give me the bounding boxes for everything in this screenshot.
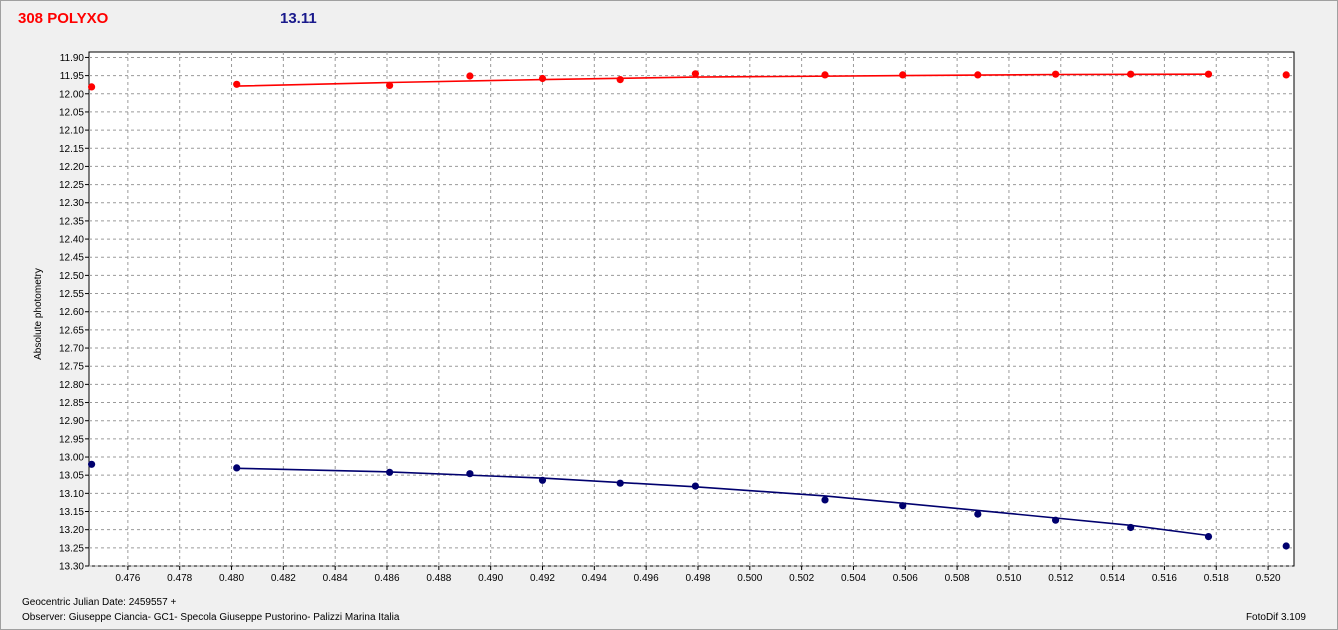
y-tick-label: 12.05 (59, 107, 84, 118)
y-tick-label: 12.80 (59, 380, 84, 391)
observer-value: Giuseppe Ciancia- GC1- Specola Giuseppe … (68, 612, 400, 623)
data-point (466, 470, 474, 478)
x-tick-label: 0.484 (323, 573, 348, 584)
y-tick-label: 12.00 (59, 89, 84, 100)
x-tick-label: 0.512 (1048, 573, 1073, 584)
y-tick-label: 12.90 (59, 416, 84, 427)
x-tick-label: 0.496 (634, 573, 659, 584)
x-tick-label: 0.518 (1204, 573, 1229, 584)
y-tick-label: 12.45 (59, 253, 84, 264)
data-point (821, 496, 829, 504)
y-tick-label: 12.75 (59, 362, 84, 373)
x-tick-label: 0.478 (167, 573, 192, 584)
data-point (1204, 533, 1213, 541)
y-tick-label: 12.85 (59, 398, 84, 409)
x-tick-label: 0.498 (685, 573, 710, 584)
y-tick-label: 13.15 (59, 507, 84, 518)
y-tick-label: 13.10 (59, 489, 84, 500)
data-point (538, 74, 547, 83)
data-point (974, 71, 982, 79)
y-tick-label: 12.65 (59, 325, 84, 336)
data-point (386, 81, 394, 89)
data-point (466, 72, 474, 80)
y-tick-label: 12.35 (59, 216, 84, 227)
data-point (1127, 70, 1135, 78)
data-point (1204, 70, 1213, 78)
julian-date: Geocentric Julian Date: 2459557 + (22, 597, 176, 608)
y-tick-label: 13.00 (59, 453, 84, 464)
x-tick-label: 0.506 (893, 573, 918, 584)
data-point (899, 502, 907, 510)
y-tick-label: 13.30 (59, 562, 84, 573)
data-point (538, 476, 547, 484)
y-tick-label: 12.25 (59, 180, 84, 191)
data-point (616, 479, 624, 487)
x-tick-label: 0.500 (737, 573, 762, 584)
y-tick-label: 12.95 (59, 434, 84, 445)
data-point (88, 83, 96, 91)
software-version: FotoDif 3.109 (1245, 612, 1306, 623)
x-tick-label: 0.492 (530, 573, 555, 584)
data-point (616, 76, 624, 84)
x-tick-label: 0.508 (945, 573, 970, 584)
x-tick-label: 0.476 (115, 573, 140, 584)
data-point (821, 71, 829, 79)
data-point (88, 460, 96, 468)
x-tick-label: 0.502 (789, 573, 814, 584)
x-tick-label: 0.488 (426, 573, 451, 584)
x-tick-label: 0.486 (374, 573, 399, 584)
data-point (233, 464, 241, 472)
data-point (899, 71, 907, 79)
data-point (1127, 523, 1135, 532)
data-point (691, 70, 700, 78)
y-tick-label: 13.25 (59, 543, 84, 554)
y-tick-label: 12.15 (59, 144, 84, 155)
data-point (1282, 542, 1290, 550)
julian-date-label: Geocentric Julian Date: (22, 597, 126, 608)
data-point (1052, 516, 1060, 524)
x-tick-label: 0.480 (219, 573, 244, 584)
x-tick-label: 0.482 (271, 573, 296, 584)
y-tick-label: 12.60 (59, 307, 84, 318)
y-tick-label: 12.70 (59, 344, 84, 355)
data-point (1282, 71, 1290, 79)
data-point (386, 468, 394, 476)
data-point (974, 510, 982, 518)
y-axis-label: Absolute photometry (33, 268, 44, 360)
observer: Observer: Giuseppe Ciancia- GC1- Specola… (22, 612, 399, 623)
y-tick-label: 13.05 (59, 471, 84, 482)
data-point (1052, 70, 1060, 78)
x-tick-label: 0.494 (582, 573, 607, 584)
data-point (691, 482, 700, 490)
y-tick-label: 12.10 (59, 126, 84, 137)
x-tick-label: 0.510 (996, 573, 1021, 584)
x-tick-label: 0.504 (841, 573, 866, 584)
data-point (233, 80, 241, 88)
photometry-chart: 11.90 11.95 12.00 12.05 12.10 12.15 12.20 12.25… (33, 51, 1295, 584)
y-tick-label: 12.30 (59, 198, 84, 209)
y-tick-label: 11.95 (60, 71, 85, 82)
julian-date-value: 2459557 + (128, 597, 177, 608)
y-tick-label: 12.20 (59, 162, 84, 173)
y-tick-label: 12.40 (59, 235, 84, 246)
observer-label: Observer: (22, 612, 66, 623)
y-axis: 11.90 11.95 12.00 12.05 12.10 12.15 12.20 12.25… (59, 53, 89, 573)
x-tick-label: 0.516 (1152, 573, 1177, 584)
y-tick-label: 12.55 (59, 289, 84, 300)
y-tick-label: 11.90 (60, 53, 85, 64)
plot-area (88, 51, 1295, 567)
x-tick-label: 0.490 (478, 573, 503, 584)
y-tick-label: 12.50 (59, 271, 84, 282)
x-tick-label: 0.520 (1256, 573, 1281, 584)
y-tick-label: 13.20 (59, 525, 84, 536)
x-axis: 0.476 0.478 0.480 0.482 0.484 0.486 0.488 0.490… (115, 566, 1281, 584)
x-tick-label: 0.514 (1100, 573, 1125, 584)
